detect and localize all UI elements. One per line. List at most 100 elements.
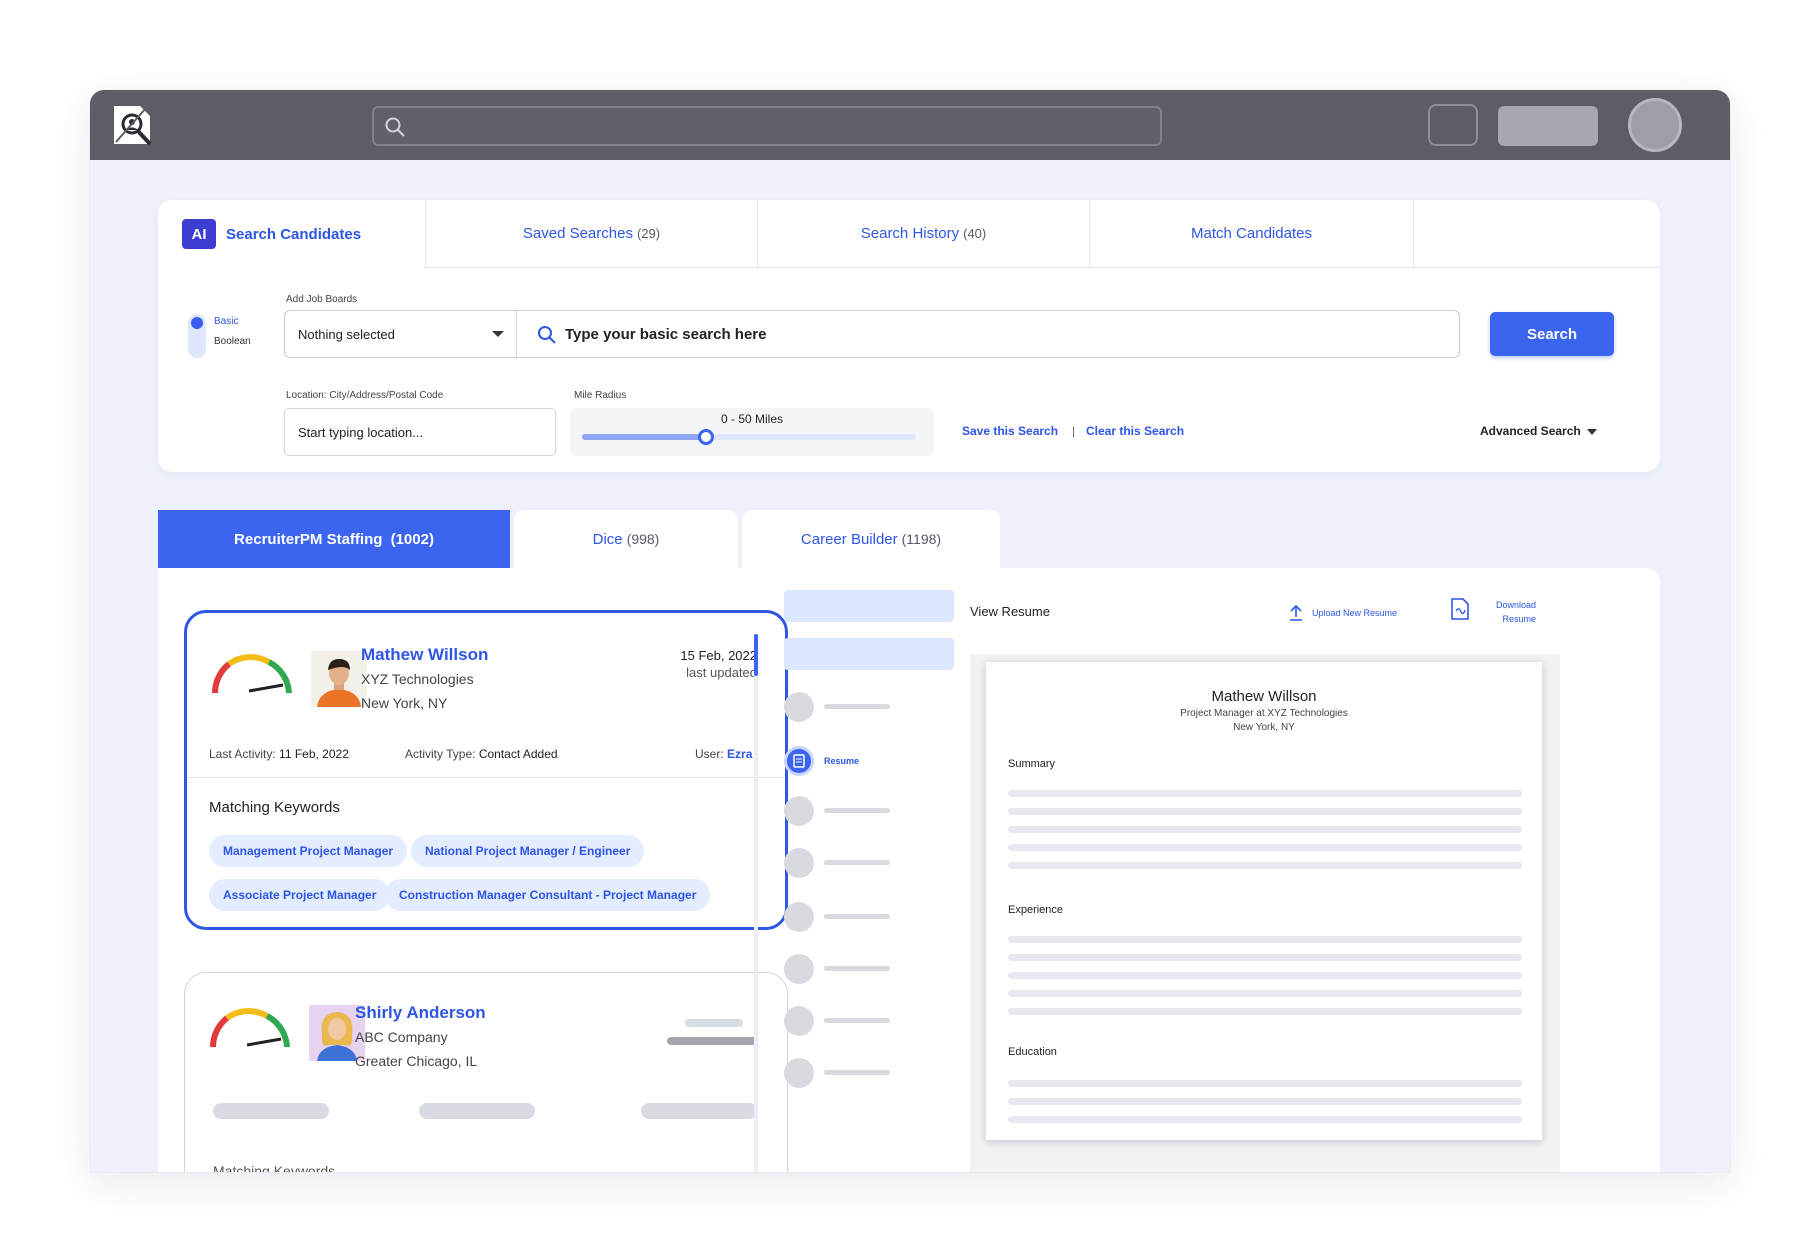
toggle-knob xyxy=(191,317,203,329)
timeline-dot[interactable] xyxy=(784,796,814,826)
radius-track[interactable] xyxy=(582,429,916,445)
timeline-dot[interactable] xyxy=(784,1006,814,1036)
timeline-resume-label[interactable]: Resume xyxy=(824,756,859,766)
job-boards-label: Add Job Boards xyxy=(286,294,358,305)
user-avatar[interactable] xyxy=(1628,98,1682,152)
app-window: AI Search Candidates Saved Searches (29)… xyxy=(90,90,1730,1172)
timeline-label-placeholder xyxy=(824,1018,890,1023)
results-panel: Mathew Willson XYZ Technologies New York… xyxy=(158,568,1660,1172)
global-search-input[interactable] xyxy=(372,106,1162,146)
location-placeholder: Start typing location... xyxy=(298,424,424,440)
user-label: User: xyxy=(695,747,724,761)
mode-boolean-label[interactable]: Boolean xyxy=(214,336,251,347)
timeline-track xyxy=(754,634,758,1172)
resume-preview: Mathew Willson Project Manager at XYZ Te… xyxy=(970,654,1560,1172)
tab-recruiterpm-staffing[interactable]: RecruiterPM Staffing (1002) xyxy=(158,510,510,568)
resume-text-line xyxy=(1008,954,1522,961)
avatar xyxy=(311,651,367,707)
advanced-search-toggle[interactable]: Advanced Search xyxy=(1480,424,1597,438)
tab-dice[interactable]: Dice (998) xyxy=(514,510,738,568)
chevron-down-icon xyxy=(1586,428,1597,435)
search-tabs: AI Search Candidates Saved Searches (29)… xyxy=(158,200,1660,268)
save-search-link[interactable]: Save this Search xyxy=(962,424,1058,438)
placeholder-button[interactable] xyxy=(784,590,954,622)
timeline-label-placeholder xyxy=(824,914,890,919)
timeline-dot[interactable] xyxy=(784,692,814,722)
candidate-company: ABC Company xyxy=(355,1029,448,1045)
radius-label: Mile Radius xyxy=(574,390,627,401)
search-icon xyxy=(385,117,405,137)
upload-icon xyxy=(1290,604,1302,621)
radius-handle[interactable] xyxy=(697,429,714,445)
keyword-chip[interactable]: Management Project Manager xyxy=(209,835,408,867)
resume-document[interactable]: Mathew Willson Project Manager at XYZ Te… xyxy=(986,662,1542,1140)
radius-fill xyxy=(582,434,706,440)
tab-match-candidates[interactable]: Match Candidates xyxy=(1090,200,1414,268)
user-value[interactable]: Ezra xyxy=(727,747,752,761)
resume-text-line xyxy=(1008,1080,1522,1087)
timeline-dot[interactable] xyxy=(784,848,814,878)
tab-label: RecruiterPM Staffing xyxy=(234,530,383,548)
chevron-down-icon xyxy=(492,331,504,337)
search-mode-toggle[interactable] xyxy=(188,314,206,358)
clear-search-link[interactable]: Clear this Search xyxy=(1086,424,1184,438)
timeline-dot[interactable] xyxy=(784,954,814,984)
candidate-card[interactable]: Shirly Anderson ABC Company Greater Chic… xyxy=(184,972,788,1172)
search-query-input[interactable]: Type your basic search here xyxy=(565,326,766,343)
tab-career-builder[interactable]: Career Builder (1198) xyxy=(742,510,1000,568)
tab-search-candidates[interactable]: AI Search Candidates xyxy=(158,200,426,268)
search-icon xyxy=(538,326,556,344)
last-activity-value: 11 Feb, 2022 xyxy=(279,747,349,761)
updated-label: last updated xyxy=(686,665,757,680)
resume-section-summary: Summary xyxy=(1008,758,1056,770)
resume-text-line xyxy=(1008,1008,1522,1015)
placeholder-bar xyxy=(419,1103,535,1119)
upload-resume-label: Upload New Resume xyxy=(1312,608,1398,618)
upload-resume-button[interactable]: Upload New Resume xyxy=(1288,604,1397,622)
top-bar xyxy=(90,90,1730,160)
search-button[interactable]: Search xyxy=(1490,312,1614,356)
mode-basic-label[interactable]: Basic xyxy=(214,316,238,327)
scroll-indicator[interactable] xyxy=(754,634,758,676)
tab-saved-searches[interactable]: Saved Searches (29) xyxy=(426,200,758,268)
matching-keywords-title: Matching Keywords xyxy=(213,1163,336,1172)
timeline-label-placeholder xyxy=(824,966,890,971)
resume-text-line xyxy=(1008,1116,1522,1123)
notification-button[interactable] xyxy=(1428,104,1478,146)
updated-date: 15 Feb, 2022 xyxy=(680,648,757,663)
download-resume-button[interactable]: Download Resume xyxy=(1450,598,1536,626)
timeline-label-placeholder xyxy=(824,704,890,709)
tab-search-history[interactable]: Search History (40) xyxy=(758,200,1090,268)
download-pdf-icon xyxy=(1451,598,1469,620)
resume-section-education: Education xyxy=(1008,1046,1057,1058)
keyword-chip[interactable]: Construction Manager Consultant - Projec… xyxy=(385,879,711,911)
tab-label: Match Candidates xyxy=(1191,225,1312,242)
resume-name: Mathew Willson xyxy=(1211,688,1317,705)
timeline-dot[interactable] xyxy=(784,1058,814,1088)
keyword-chip[interactable]: National Project Manager / Engineer xyxy=(411,835,645,867)
tab-label: Dice xyxy=(592,530,623,548)
match-score-gauge-icon xyxy=(211,654,292,694)
tab-label: Search History xyxy=(860,225,960,242)
activity-type-label: Activity Type: xyxy=(405,747,476,761)
activity-user: User: Ezra xyxy=(695,747,752,761)
job-boards-select[interactable]: Nothing selected xyxy=(285,311,517,357)
candidate-name[interactable]: Shirly Anderson xyxy=(355,1003,486,1023)
activity-type: Activity Type: Contact Added xyxy=(405,747,558,761)
resume-text-line xyxy=(1008,790,1522,797)
account-button[interactable] xyxy=(1498,106,1598,146)
keyword-chip[interactable]: Associate Project Manager xyxy=(209,879,391,911)
candidate-name[interactable]: Mathew Willson xyxy=(361,645,488,665)
logo-icon[interactable] xyxy=(110,102,154,148)
last-activity: Last Activity: 11 Feb, 2022 xyxy=(209,747,349,761)
match-score-gauge-icon xyxy=(209,1008,290,1048)
location-label: Location: City/Address/Postal Code xyxy=(286,390,444,401)
resume-icon[interactable] xyxy=(784,746,814,776)
last-activity-label: Last Activity: xyxy=(209,747,276,761)
ai-badge: AI xyxy=(182,219,216,249)
timeline-dot[interactable] xyxy=(784,902,814,932)
location-input[interactable]: Start typing location... xyxy=(284,408,556,456)
placeholder-button[interactable] xyxy=(784,638,954,670)
matching-keywords-title: Matching Keywords xyxy=(209,799,340,816)
candidate-card[interactable]: Mathew Willson XYZ Technologies New York… xyxy=(184,610,788,930)
